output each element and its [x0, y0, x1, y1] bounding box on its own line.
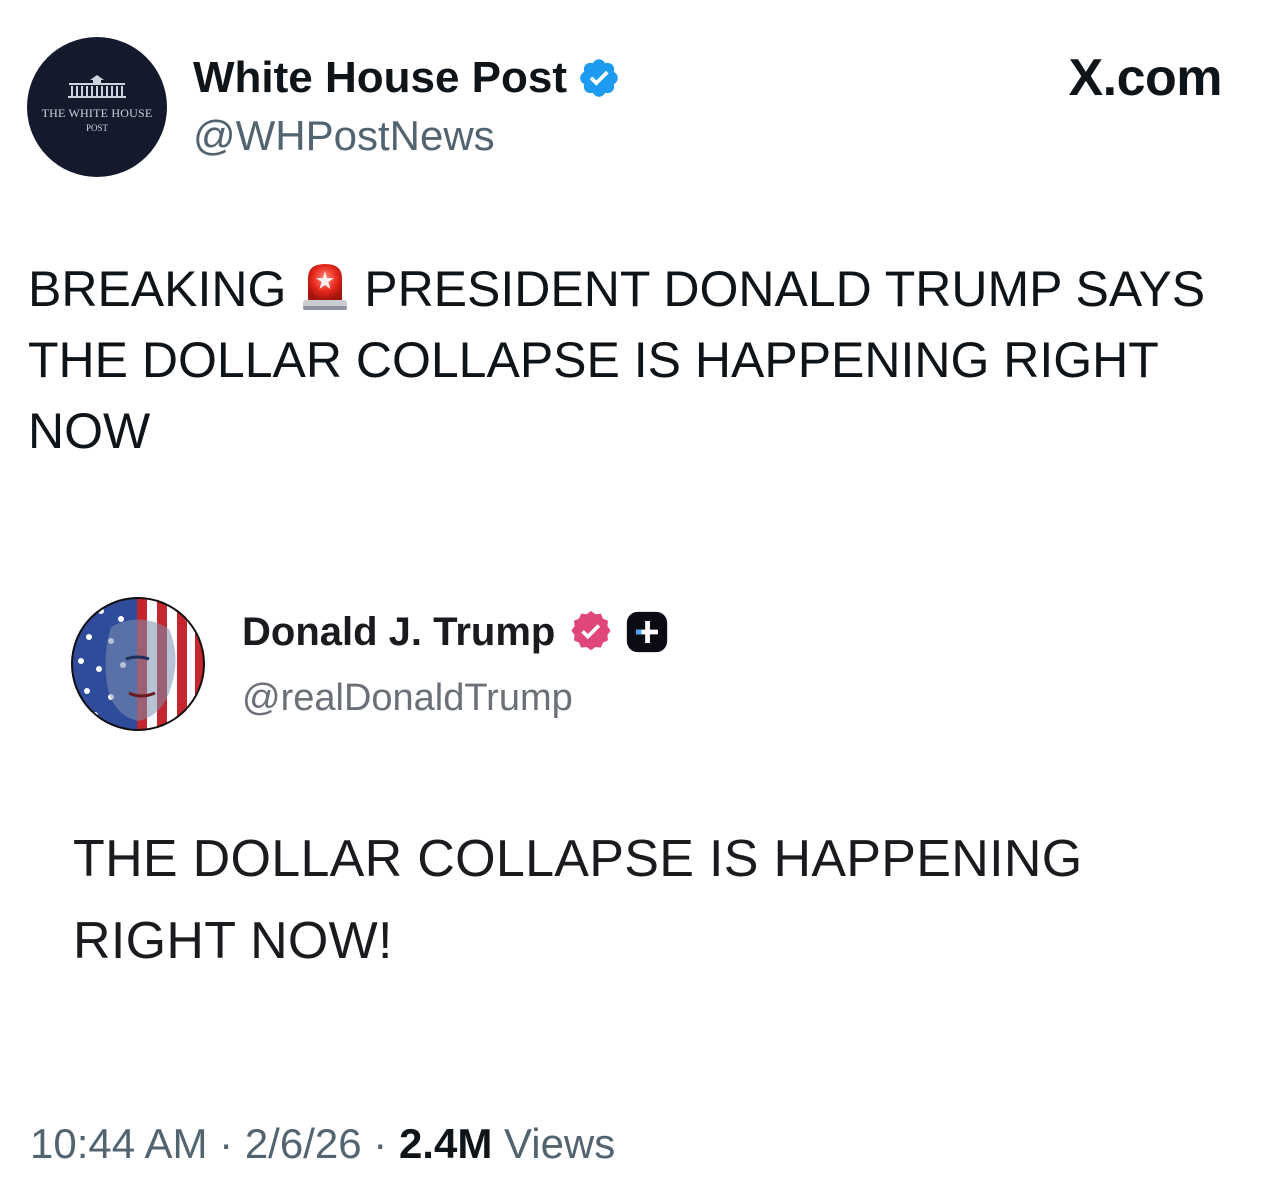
- meta-separator: ·: [373, 1120, 388, 1167]
- views-label: Views: [503, 1120, 616, 1167]
- embedded-post-handle[interactable]: @realDonaldTrump: [242, 677, 573, 720]
- account-handle[interactable]: @WHPostNews: [193, 112, 495, 160]
- views-count: 2.4M: [398, 1120, 493, 1167]
- embedded-post-display-name[interactable]: Donald J. Trump: [242, 610, 555, 655]
- avatar-logo-subtext: POST: [85, 122, 108, 133]
- display-name-row: White House Post: [193, 50, 621, 106]
- verified-badge-icon: [580, 59, 618, 97]
- tweet-text-lead: BREAKING: [28, 261, 287, 317]
- meta-separator: ·: [219, 1120, 234, 1167]
- plus-badge-icon: [627, 611, 668, 653]
- tweet-text: BREAKING PRESIDENT DONALD TRUMP SAYS THE…: [28, 254, 1258, 467]
- tweet-date[interactable]: 2/6/26: [245, 1120, 362, 1167]
- display-name[interactable]: White House Post: [193, 53, 567, 103]
- tweet-meta: 10:44 AM · 2/6/26 · 2.4M Views: [30, 1120, 615, 1168]
- tweet-time[interactable]: 10:44 AM: [30, 1120, 207, 1167]
- site-watermark: X.com: [1068, 49, 1222, 107]
- avatar-logo-text: THE WHITE HOUSE: [41, 105, 153, 120]
- embedded-post-avatar[interactable]: [71, 597, 205, 731]
- embedded-verified-badge-icon: [571, 611, 611, 651]
- white-house-logo-icon: [68, 74, 126, 98]
- account-avatar[interactable]: THE WHITE HOUSE POST: [27, 37, 167, 177]
- police-siren-icon: [303, 264, 348, 310]
- embedded-post-text: THE DOLLAR COLLAPSE IS HAPPENING RIGHT N…: [73, 830, 1083, 970]
- flag-portrait-image: [71, 597, 205, 731]
- embedded-post-name-row: Donald J. Trump: [242, 605, 669, 659]
